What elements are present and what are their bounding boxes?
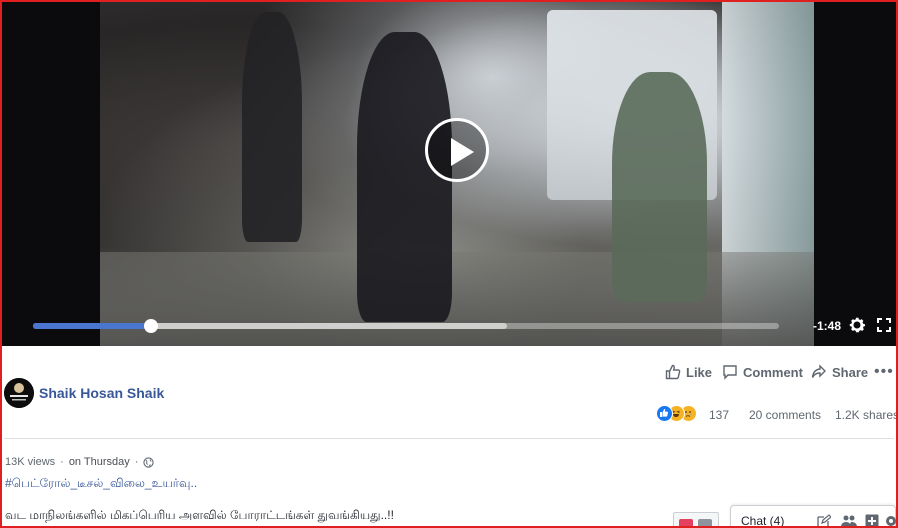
progress-played: [33, 323, 151, 329]
video-scene-person: [242, 12, 302, 242]
avatar-image: [4, 378, 34, 408]
chat-bar[interactable]: Chat (4): [730, 505, 896, 528]
post-timestamp[interactable]: on Thursday: [69, 456, 130, 468]
time-remaining: -1:48: [812, 319, 841, 333]
meta-separator: ·: [60, 456, 64, 468]
view-count: 13K views: [5, 456, 56, 468]
more-options-button[interactable]: •••: [874, 362, 894, 382]
fullscreen-icon[interactable]: [877, 318, 891, 332]
shares-count[interactable]: 1.2K shares: [835, 408, 898, 422]
globe-icon[interactable]: [143, 456, 155, 468]
reaction-count[interactable]: 137: [709, 408, 729, 422]
author-avatar[interactable]: [4, 378, 34, 408]
like-button[interactable]: Like: [665, 362, 712, 382]
settings-gear-icon[interactable]: [885, 514, 897, 528]
video-icon: [679, 519, 693, 528]
share-button[interactable]: Share: [811, 362, 868, 382]
play-icon: [451, 138, 474, 166]
comments-count[interactable]: 20 comments: [749, 408, 821, 422]
group-people-icon[interactable]: [841, 514, 857, 528]
reactions-summary[interactable]: [656, 404, 697, 422]
like-reaction-icon: [656, 404, 673, 422]
compose-edit-icon[interactable]: [817, 514, 831, 528]
dock-icons-button[interactable]: [673, 512, 719, 528]
comment-button[interactable]: Comment: [722, 362, 803, 382]
section-divider: [4, 438, 894, 439]
comment-bubble-icon: [723, 365, 737, 380]
video-player[interactable]: -1:48: [2, 2, 896, 346]
meta-separator: ·: [134, 456, 139, 468]
progress-scrubber-handle[interactable]: [143, 319, 158, 333]
video-scene-person: [357, 32, 452, 322]
hashtag-link[interactable]: #பெட்ரோல்_டீசல்_விலை_உயர்வு..: [5, 476, 197, 492]
comment-label: Comment: [743, 364, 803, 380]
author-name[interactable]: Shaik Hosan Shaik: [39, 385, 164, 401]
share-arrow-icon: [811, 364, 826, 378]
thumbs-up-icon: [665, 364, 681, 380]
settings-gear-icon[interactable]: [847, 315, 867, 335]
play-button[interactable]: [425, 118, 489, 182]
chat-label[interactable]: Chat (4): [741, 514, 784, 528]
post-text: வட மாநிலங்களில் மிகப்பெரிய அளவில் போராட்…: [5, 508, 394, 522]
like-label: Like: [686, 364, 713, 380]
add-contact-icon[interactable]: [865, 514, 879, 528]
post-meta: 13K views · on Thursday ·: [5, 456, 155, 468]
message-icon: [698, 519, 712, 528]
progress-bar[interactable]: [33, 319, 779, 333]
video-scene-person: [612, 72, 707, 302]
share-label: Share: [832, 364, 869, 380]
